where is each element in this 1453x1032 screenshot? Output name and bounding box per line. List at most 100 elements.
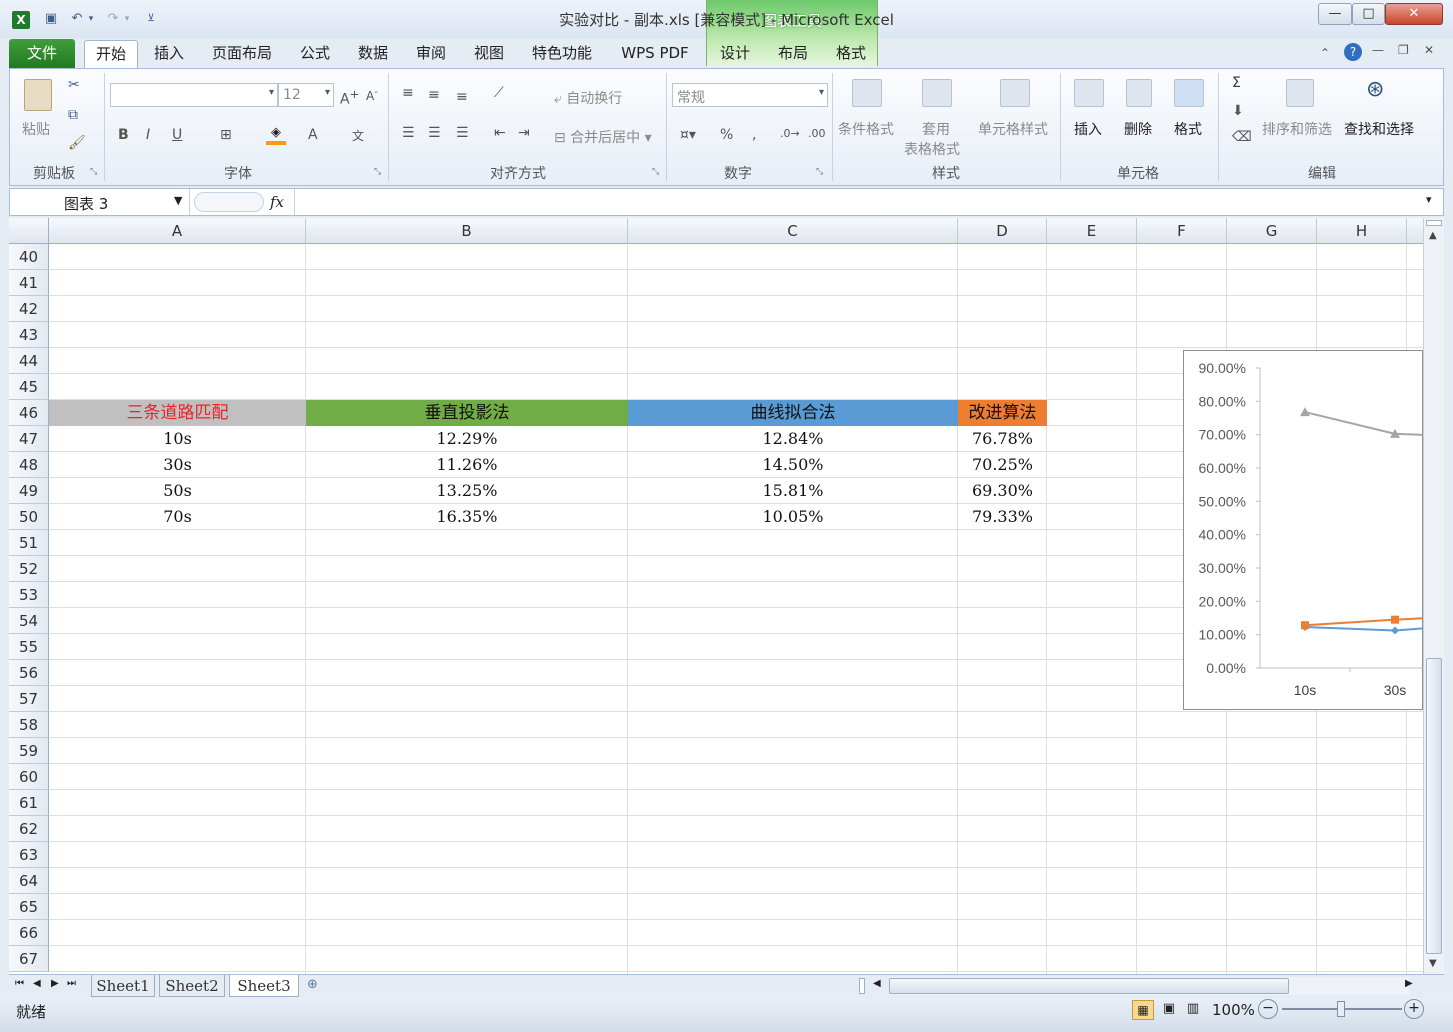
header-cell-d[interactable]: 改进算法: [958, 400, 1047, 426]
underline-icon[interactable]: U: [172, 127, 182, 143]
currency-icon[interactable]: ¤▾: [680, 127, 696, 143]
cell-styles-icon[interactable]: [1000, 79, 1030, 107]
row-header[interactable]: 50: [9, 504, 49, 530]
autosum-icon[interactable]: Σ: [1232, 75, 1241, 91]
sheet-tab-sheet3[interactable]: Sheet3: [229, 975, 299, 997]
column-header-f[interactable]: F: [1137, 218, 1227, 244]
hscroll-thumb[interactable]: [889, 978, 1289, 994]
row-header[interactable]: 60: [9, 764, 49, 790]
data-cell[interactable]: 69.30%: [958, 478, 1047, 504]
data-cell[interactable]: 10.05%: [628, 504, 958, 530]
zoom-out-icon[interactable]: −: [1258, 999, 1278, 1019]
insert-cells-icon[interactable]: [1074, 79, 1104, 107]
row-header[interactable]: 43: [9, 322, 49, 348]
decrease-decimal-icon[interactable]: .00: [808, 127, 826, 140]
conditional-format-icon[interactable]: [852, 79, 882, 107]
tab-review[interactable]: 审阅: [408, 40, 454, 68]
excel-logo-icon[interactable]: X: [12, 11, 30, 29]
row-header[interactable]: 47: [9, 426, 49, 452]
increase-decimal-icon[interactable]: .0→: [780, 127, 800, 140]
sheet-tab-sheet2[interactable]: Sheet2: [159, 975, 225, 997]
orientation-icon[interactable]: ⟋: [494, 85, 504, 101]
data-cell[interactable]: 11.26%: [306, 452, 628, 478]
data-cell[interactable]: 13.25%: [306, 478, 628, 504]
data-cell[interactable]: 10s: [49, 426, 306, 452]
page-break-view-icon[interactable]: ▥: [1182, 1000, 1204, 1020]
cut-icon[interactable]: ✂: [68, 77, 80, 93]
column-header-c[interactable]: C: [628, 218, 958, 244]
minimize-ribbon-icon[interactable]: ⌃: [1320, 46, 1330, 60]
align-right-icon[interactable]: ☰: [456, 125, 469, 141]
header-cell-c[interactable]: 曲线拟合法: [628, 400, 958, 426]
select-all-corner[interactable]: [9, 218, 49, 244]
row-header[interactable]: 57: [9, 686, 49, 712]
undo-icon[interactable]: ↶: [68, 10, 86, 28]
data-cell[interactable]: 14.50%: [628, 452, 958, 478]
header-cell-b[interactable]: 垂直投影法: [306, 400, 628, 426]
row-header[interactable]: 44: [9, 348, 49, 374]
paste-button[interactable]: 粘贴: [22, 119, 50, 139]
row-header[interactable]: 42: [9, 296, 49, 322]
italic-icon[interactable]: I: [146, 127, 150, 143]
align-bottom-icon[interactable]: ≡: [456, 89, 468, 105]
column-header-h[interactable]: H: [1317, 218, 1407, 244]
zoom-slider[interactable]: [1282, 1001, 1402, 1017]
insert-cells-button[interactable]: 插入: [1074, 119, 1102, 139]
row-header[interactable]: 62: [9, 816, 49, 842]
zoom-slider-thumb[interactable]: [1337, 1001, 1345, 1017]
row-header[interactable]: 41: [9, 270, 49, 296]
next-sheet-icon[interactable]: ▶: [51, 978, 59, 989]
formula-input[interactable]: [294, 189, 1422, 215]
row-header[interactable]: 52: [9, 556, 49, 582]
font-color-icon[interactable]: A: [308, 127, 318, 143]
tab-insert[interactable]: 插入: [146, 40, 192, 68]
page-layout-view-icon[interactable]: ▣: [1158, 1000, 1180, 1020]
fill-icon[interactable]: ⬇: [1232, 103, 1244, 119]
row-header[interactable]: 51: [9, 530, 49, 556]
row-header[interactable]: 67: [9, 946, 49, 972]
row-header[interactable]: 66: [9, 920, 49, 946]
tab-split-handle[interactable]: [859, 978, 865, 994]
scroll-up-icon[interactable]: ▲: [1429, 230, 1437, 241]
borders-icon[interactable]: ⊞: [220, 127, 232, 143]
tab-layout[interactable]: 布局: [770, 40, 816, 68]
phonetic-icon[interactable]: 文: [352, 127, 364, 144]
split-box[interactable]: [1426, 220, 1442, 226]
format-cells-icon[interactable]: [1174, 79, 1204, 107]
conditional-format-button[interactable]: 条件格式: [838, 119, 894, 139]
column-header-e[interactable]: E: [1047, 218, 1137, 244]
zoom-level[interactable]: 100%: [1212, 1001, 1255, 1019]
sort-filter-button[interactable]: 排序和筛选: [1262, 119, 1332, 139]
font-launcher-icon[interactable]: ⤡: [374, 167, 381, 177]
comma-icon[interactable]: ,: [752, 127, 756, 143]
percent-icon[interactable]: %: [720, 127, 733, 143]
column-header-b[interactable]: B: [306, 218, 628, 244]
vertical-scrollbar[interactable]: ▲ ▼: [1423, 218, 1444, 974]
first-sheet-icon[interactable]: ⏮: [15, 978, 24, 989]
row-header[interactable]: 63: [9, 842, 49, 868]
delete-cells-button[interactable]: 删除: [1124, 119, 1152, 139]
paste-icon[interactable]: [24, 79, 52, 111]
font-size-select[interactable]: 12 ▾: [278, 83, 334, 107]
hscroll-left-icon[interactable]: ◀: [873, 978, 881, 989]
column-header-d[interactable]: D: [958, 218, 1047, 244]
last-sheet-icon[interactable]: ⏭: [67, 978, 76, 989]
align-top-icon[interactable]: ≡: [402, 85, 414, 101]
tab-view[interactable]: 视图: [466, 40, 512, 68]
tab-page-layout[interactable]: 页面布局: [204, 40, 280, 68]
grow-font-icon[interactable]: A+: [340, 87, 359, 108]
find-select-icon[interactable]: ⊛: [1366, 77, 1392, 105]
column-header-a[interactable]: A: [49, 218, 306, 244]
clear-icon[interactable]: ⌫: [1232, 129, 1252, 145]
row-header[interactable]: 59: [9, 738, 49, 764]
format-cells-button[interactable]: 格式: [1174, 119, 1202, 139]
horizontal-scrollbar[interactable]: [889, 977, 1409, 995]
align-center-icon[interactable]: ☰: [428, 125, 441, 141]
align-left-icon[interactable]: ☰: [402, 125, 415, 141]
row-header[interactable]: 46: [9, 400, 49, 426]
clipboard-launcher-icon[interactable]: ⤡: [90, 167, 97, 177]
sheet-tab-sheet1[interactable]: Sheet1: [91, 975, 155, 997]
row-header[interactable]: 56: [9, 660, 49, 686]
doc-restore-icon[interactable]: ❐: [1398, 43, 1409, 57]
formula-bar-handle-icon[interactable]: [194, 192, 264, 212]
